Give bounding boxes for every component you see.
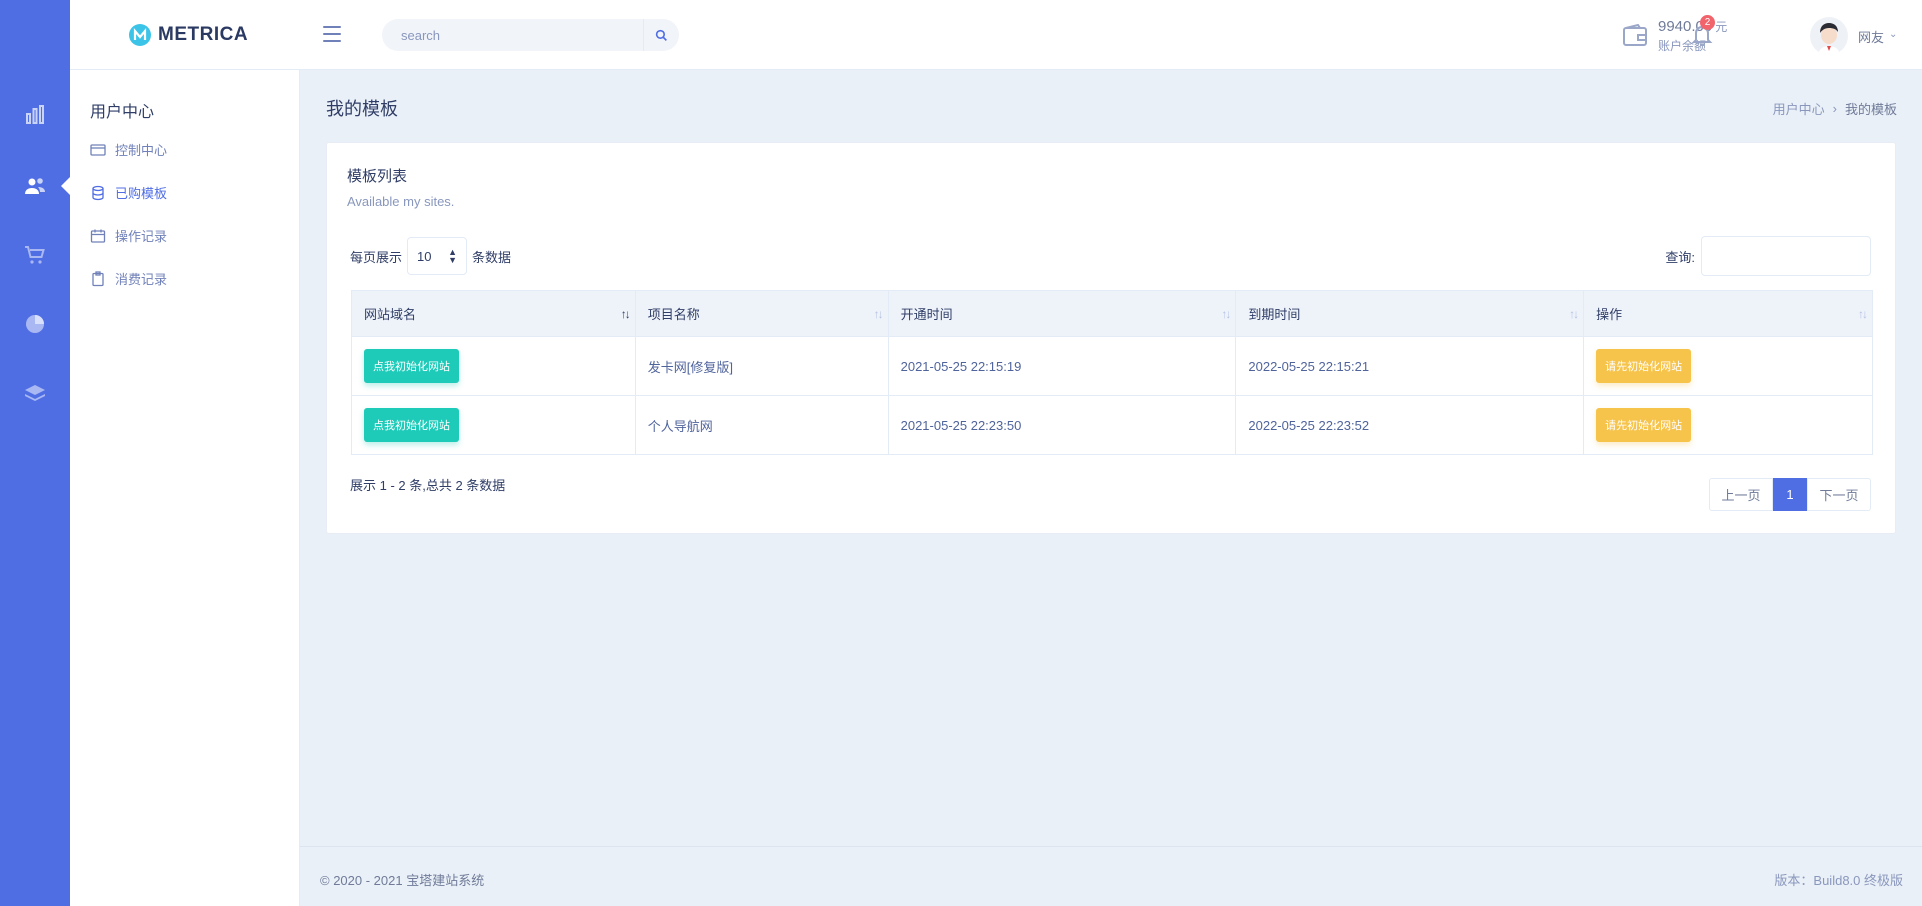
column-header-start-time[interactable]: 开通时间 ↑↓ [887, 290, 1237, 337]
avatar[interactable] [1810, 17, 1848, 55]
sort-icon: ↑↓ [1221, 307, 1231, 321]
card-subtitle: Available my sites. [347, 194, 455, 209]
top-header: METRICA 9940.00元 账户余额 [70, 0, 1922, 70]
prev-page-button[interactable]: 上一页 [1709, 478, 1773, 511]
page-button-current[interactable]: 1 [1773, 478, 1807, 511]
chevron-right-icon: › [1832, 101, 1837, 116]
page-length-value: 10 [417, 248, 432, 264]
init-site-button[interactable]: 点我初始化网站 [364, 349, 459, 383]
column-header-domain[interactable]: 网站域名 ↑↓ [351, 290, 636, 337]
wallet-unit: 元 [1715, 20, 1728, 34]
breadcrumb-item-current: 我的模板 [1844, 102, 1897, 117]
column-label: 到期时间 [1248, 307, 1301, 322]
next-page-button[interactable]: 下一页 [1807, 478, 1871, 511]
cell-action: 请先初始化网站 [1583, 395, 1873, 455]
init-required-button[interactable]: 请先初始化网站 [1596, 349, 1692, 383]
table-row: 点我初始化网站 发卡网[修复版] 2021-05-25 22:15:19 202… [351, 336, 1873, 396]
init-site-button[interactable]: 点我初始化网站 [364, 408, 459, 442]
cart-icon[interactable] [0, 235, 70, 275]
templates-table: 网站域名 ↑↓ 项目名称 ↑↓ 开通时间 ↑↓ 到期时间 ↑↓ 操作 ↑↓ 点我初始化网站… [351, 290, 1873, 455]
footer-version: 版本：Build8.0 终极版 [1774, 873, 1903, 888]
wallet-icon [1623, 24, 1647, 46]
menu-toggle-icon[interactable] [322, 24, 342, 44]
init-required-button[interactable]: 请先初始化网站 [1596, 408, 1692, 442]
breadcrumb-item-user-center[interactable]: 用户中心 [1773, 99, 1825, 118]
page-title: 我的模板 [326, 99, 398, 119]
column-header-expire-time[interactable]: 到期时间 ↑↓ [1235, 290, 1585, 337]
chevron-down-icon[interactable]: ⌄ [1889, 29, 1897, 40]
search-box [382, 19, 679, 51]
cell-start-time: 2021-05-25 22:15:19 [887, 336, 1237, 396]
logo-icon [129, 24, 151, 46]
cell-domain: 点我初始化网站 [351, 395, 636, 455]
pagination: 上一页 1 下一页 [1709, 478, 1871, 511]
sidebar-title: 用户中心 [90, 104, 155, 121]
cell-action: 请先初始化网站 [1583, 336, 1873, 396]
bar-chart-icon[interactable] [0, 95, 70, 135]
sidebar-item-label: 控制中心 [115, 143, 168, 158]
sidebar-item-control-center[interactable]: 控制中心 [90, 140, 167, 159]
sidebar-item-purchased-templates[interactable]: 已购模板 [90, 183, 167, 202]
page-length-control: 每页展示 10 ▲ ▼ 条数据 [350, 237, 511, 275]
cell-domain: 点我初始化网站 [351, 336, 636, 396]
table-header-row: 网站域名 ↑↓ 项目名称 ↑↓ 开通时间 ↑↓ 到期时间 ↑↓ 操作 ↑↓ [351, 290, 1873, 337]
column-label: 项目名称 [647, 307, 700, 322]
length-prefix: 每页展示 [350, 249, 403, 265]
cell-start-time: 2021-05-25 22:23:50 [887, 395, 1237, 455]
filter-input[interactable] [1701, 236, 1871, 276]
page-length-select[interactable]: 10 ▲ ▼ [407, 237, 468, 275]
table-row: 点我初始化网站 个人导航网 2021-05-25 22:23:50 2022-0… [351, 395, 1873, 455]
credit-card-icon [90, 143, 106, 156]
database-icon [92, 185, 104, 200]
sort-updown-icon: ▲ ▼ [448, 247, 458, 265]
search-icon[interactable] [643, 19, 679, 51]
search-input[interactable] [382, 27, 643, 43]
user-name[interactable]: 网友 [1858, 27, 1884, 46]
footer: © 2020 - 2021 宝塔建站系统 版本：Build8.0 终极版 [300, 846, 1922, 906]
cell-project: 个人导航网 [634, 395, 889, 455]
sidebar-item-label: 操作记录 [115, 229, 168, 244]
sidebar-item-label: 消费记录 [115, 272, 168, 287]
brand-logo[interactable]: METRICA [128, 22, 248, 48]
sort-icon: ↑↓ [1569, 307, 1579, 321]
sub-sidebar: 用户中心 控制中心 已购模板 操作记录 消费记录 [70, 70, 300, 906]
template-list-card: 模板列表 Available my sites. 每页展示 10 ▲ ▼ 条数据 … [326, 142, 1896, 534]
card-title: 模板列表 [347, 168, 408, 185]
pie-chart-icon[interactable] [0, 304, 70, 344]
cell-expire-time: 2022-05-25 22:23:52 [1235, 395, 1585, 455]
breadcrumb: 用户中心 › 我的模板 [1773, 99, 1897, 118]
sidebar-item-operation-log[interactable]: 操作记录 [90, 226, 167, 245]
cell-project: 发卡网[修复版] [634, 336, 889, 396]
clipboard-icon [92, 270, 104, 286]
table-info: 展示 1 - 2 条,总共 2 条数据 [350, 478, 506, 493]
icon-rail [0, 0, 71, 906]
sidebar-item-consumption-log[interactable]: 消费记录 [90, 269, 167, 288]
calendar-icon [90, 229, 106, 243]
users-icon[interactable] [0, 166, 70, 206]
sidebar-item-label: 已购模板 [115, 186, 168, 201]
column-label: 操作 [1596, 307, 1623, 322]
filter-label: 查询: [1665, 249, 1695, 265]
cell-expire-time: 2022-05-25 22:15:21 [1235, 336, 1585, 396]
brand-name: METRICA [158, 24, 249, 45]
length-suffix: 条数据 [472, 249, 512, 265]
footer-copyright: © 2020 - 2021 宝塔建站系统 [320, 873, 485, 888]
column-label: 网站域名 [364, 307, 417, 322]
table-filter: 查询: [1665, 236, 1871, 276]
sort-icon: ↑↓ [873, 307, 884, 321]
notification-badge: 2 [1700, 15, 1715, 30]
column-header-project[interactable]: 项目名称 ↑↓ [634, 290, 889, 337]
sort-icon: ↑↓ [620, 307, 631, 321]
column-label: 开通时间 [900, 307, 953, 322]
column-header-action[interactable]: 操作 ↑↓ [1583, 290, 1873, 337]
sort-icon: ↑↓ [1858, 307, 1868, 321]
layers-icon[interactable] [0, 374, 70, 414]
